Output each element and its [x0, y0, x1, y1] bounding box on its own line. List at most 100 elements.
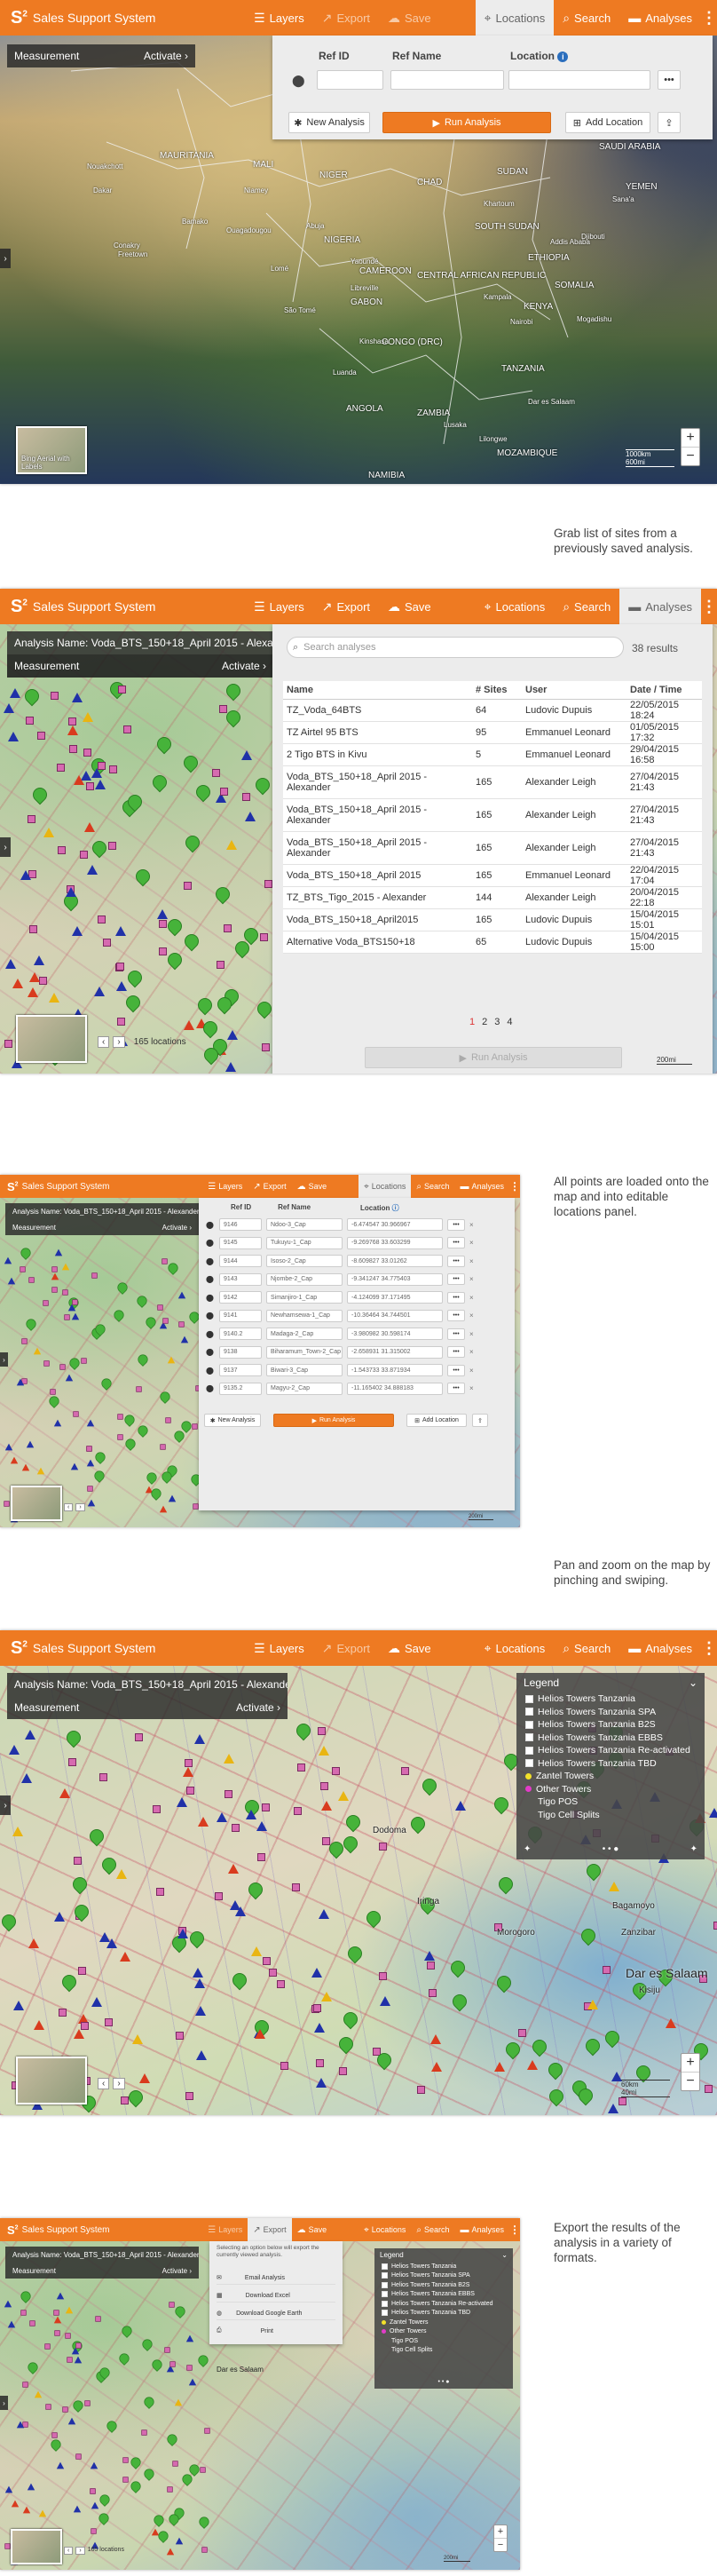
tower-triangle-icon[interactable] — [39, 2509, 47, 2517]
site-square-icon[interactable] — [28, 1277, 35, 1283]
ref-name-field[interactable]: Isoso-2_Cap — [266, 1255, 343, 1268]
tower-triangle-icon[interactable] — [21, 1463, 29, 1471]
analysis-row[interactable]: Voda_BTS_150+18_April2015 165 Ludovic Dupu… — [283, 908, 702, 931]
nav-layers[interactable]: ☰ Layers — [202, 2218, 248, 2241]
site-square-icon[interactable] — [176, 2031, 185, 2040]
tower-triangle-icon[interactable] — [9, 1744, 20, 1755]
site-square-icon[interactable] — [169, 2361, 176, 2367]
page-2[interactable]: 2 — [482, 1017, 487, 1027]
site-square-icon[interactable] — [83, 748, 92, 757]
row-more-button[interactable]: ••• — [447, 1255, 465, 1267]
tower-triangle-icon[interactable] — [3, 702, 14, 713]
site-square-icon[interactable] — [186, 2365, 193, 2371]
tower-triangle-icon[interactable] — [67, 725, 79, 735]
analysis-row[interactable]: Voda_BTS_150+18_April 2015 - Alexander 16… — [283, 765, 702, 799]
tower-triangle-icon[interactable] — [7, 1277, 15, 1285]
tower-triangle-icon[interactable] — [98, 1932, 110, 1943]
page-1[interactable]: 1 — [469, 1017, 475, 1027]
site-square-icon[interactable] — [62, 2406, 68, 2414]
tower-triangle-icon[interactable] — [73, 775, 84, 786]
site-square-icon[interactable] — [218, 705, 227, 714]
remove-row-icon[interactable]: × — [469, 1239, 474, 1247]
site-square-icon[interactable] — [118, 686, 126, 694]
site-square-icon[interactable] — [4, 1039, 12, 1048]
site-square-icon[interactable] — [45, 2403, 51, 2410]
site-square-icon[interactable] — [169, 2302, 175, 2308]
tower-triangle-icon[interactable] — [8, 731, 20, 741]
legend-item[interactable]: Helios Towers Tanzania Re-activated — [525, 1744, 696, 1757]
run-analysis-button[interactable]: ▶ Run Analysis — [382, 112, 551, 133]
tower-triangle-icon[interactable] — [43, 828, 54, 838]
site-square-icon[interactable] — [261, 1042, 270, 1051]
tower-triangle-icon[interactable] — [120, 1952, 131, 1962]
tower-triangle-icon[interactable] — [225, 1062, 237, 1073]
ref-id-field[interactable]: 9146 — [219, 1218, 262, 1232]
tower-triangle-icon[interactable] — [95, 780, 106, 790]
site-square-icon[interactable] — [108, 842, 117, 851]
site-square-icon[interactable] — [427, 1961, 436, 1970]
tower-triangle-icon[interactable] — [71, 926, 83, 937]
site-square-icon[interactable] — [122, 2456, 129, 2463]
ref-id-field[interactable]: 9138 — [219, 1345, 262, 1359]
tower-triangle-icon[interactable] — [217, 1811, 228, 1822]
nav-save[interactable]: ☁ Save — [379, 589, 440, 624]
row-more-button[interactable]: ••• — [447, 1328, 465, 1340]
site-square-icon[interactable] — [117, 1018, 126, 1026]
next-location-button[interactable]: › — [113, 1036, 125, 1048]
zoom-in-button[interactable]: + — [494, 2525, 507, 2538]
tower-triangle-icon[interactable] — [11, 2500, 20, 2508]
site-square-icon[interactable] — [67, 2357, 73, 2364]
site-square-icon[interactable] — [192, 1423, 198, 1430]
run-analysis-button[interactable]: ▶ Run Analysis — [365, 1047, 622, 1068]
analysis-row[interactable]: Alternative Voda_BTS150+18 65 Ludovic Dupu… — [283, 931, 702, 954]
tower-triangle-icon[interactable] — [225, 839, 237, 850]
site-square-icon[interactable] — [602, 1966, 611, 1975]
checkbox-icon[interactable] — [525, 1708, 533, 1716]
site-square-icon[interactable] — [259, 932, 268, 941]
ref-name-field[interactable]: Biharamum_Town-2_Cap — [266, 1345, 343, 1359]
tower-triangle-icon[interactable] — [138, 2073, 150, 2083]
ref-name-field[interactable]: Newhamsewa-1_Cap — [266, 1309, 343, 1322]
site-square-icon[interactable] — [73, 1857, 82, 1866]
zoom-out-button[interactable]: − — [682, 2072, 699, 2090]
nav-search[interactable]: ⌕ Search — [411, 1175, 454, 1198]
site-square-icon[interactable] — [220, 788, 228, 797]
tower-triangle-icon[interactable] — [28, 2483, 35, 2491]
tower-triangle-icon[interactable] — [193, 1968, 204, 1978]
checkbox-icon[interactable] — [382, 2263, 388, 2270]
tower-triangle-icon[interactable] — [84, 821, 96, 832]
analysis-row[interactable]: TZ_BTS_Tigo_2015 - Alexander 144 Alexander… — [283, 886, 702, 909]
export-google-earth-option[interactable]: ◍ Download Google Earth — [217, 2307, 335, 2320]
site-square-icon[interactable] — [315, 2059, 324, 2068]
site-square-icon[interactable] — [80, 1357, 87, 1364]
run-analysis-button[interactable]: ▶ Run Analysis — [273, 1414, 394, 1427]
tower-triangle-icon[interactable] — [166, 2548, 175, 2556]
site-square-icon[interactable] — [379, 1843, 388, 1851]
site-square-icon[interactable] — [185, 2091, 193, 2100]
row-more-button[interactable]: ••• — [447, 1237, 465, 1249]
site-square-icon[interactable] — [90, 2488, 97, 2494]
checkbox-icon[interactable] — [525, 1746, 533, 1755]
tower-triangle-icon[interactable] — [587, 1999, 598, 2009]
site-square-icon[interactable] — [704, 2084, 713, 2093]
new-analysis-button[interactable]: ✱ New Analysis — [204, 1414, 261, 1427]
nav-save[interactable]: ☁ Save — [379, 1630, 440, 1666]
legend-item[interactable]: Tigo Cell Splits — [525, 1809, 696, 1822]
legend-item[interactable]: Tigo POS — [382, 2336, 506, 2346]
site-square-icon[interactable] — [185, 1786, 194, 1795]
site-square-icon[interactable] — [91, 2528, 97, 2534]
row-more-button[interactable]: ••• — [447, 1346, 465, 1359]
site-square-icon[interactable] — [28, 925, 37, 934]
tower-triangle-icon[interactable] — [34, 2020, 45, 2031]
tower-triangle-icon[interactable] — [12, 1827, 24, 1837]
tower-triangle-icon[interactable] — [62, 1263, 70, 1271]
add-location-button[interactable]: ⊞ Add Location — [565, 112, 650, 133]
tower-triangle-icon[interactable] — [34, 955, 45, 966]
tower-triangle-icon[interactable] — [193, 1734, 205, 1745]
tower-triangle-icon[interactable] — [175, 2537, 184, 2545]
site-square-icon[interactable] — [214, 1892, 223, 1901]
nav-save[interactable]: ☁ Save — [379, 0, 440, 36]
site-square-icon[interactable] — [53, 2310, 59, 2316]
site-square-icon[interactable] — [43, 1300, 49, 1307]
tower-triangle-icon[interactable] — [115, 926, 127, 937]
